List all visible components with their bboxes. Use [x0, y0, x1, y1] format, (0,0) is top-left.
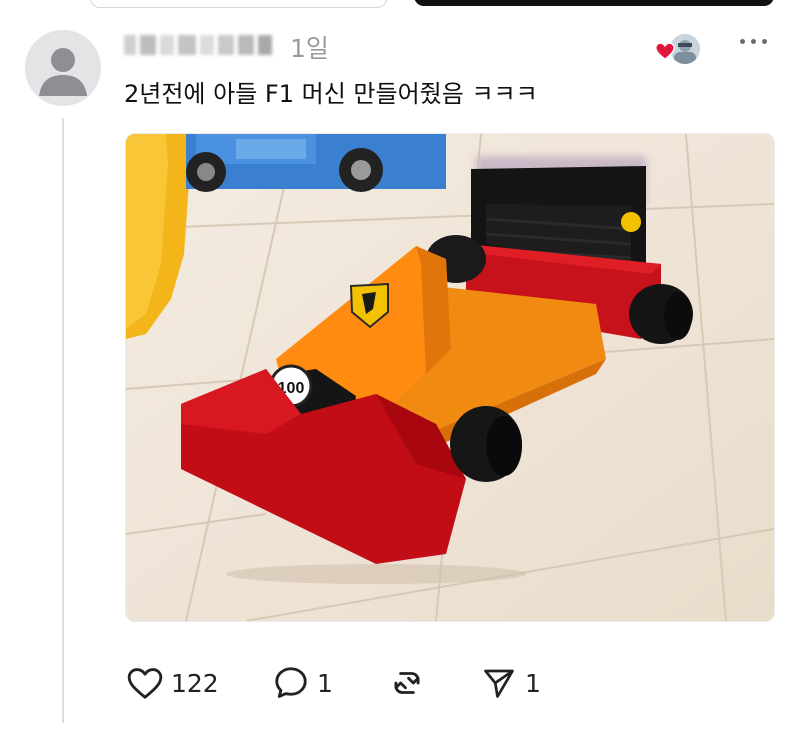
like-button[interactable]: 122 — [125, 660, 219, 706]
heart-outline-icon — [125, 663, 165, 703]
default-avatar-icon — [25, 30, 101, 106]
share-button[interactable]: 1 — [479, 660, 541, 706]
heart-icon — [654, 40, 676, 62]
avatar[interactable] — [25, 30, 101, 106]
repost-button[interactable] — [387, 660, 427, 706]
f1-cardboard-car-photo: 100 — [126, 134, 774, 621]
post-time: 1일 — [290, 34, 329, 63]
action-bar: 122 1 1 — [125, 660, 685, 710]
comment-icon — [271, 663, 311, 703]
repost-icon — [387, 663, 427, 703]
post-image[interactable]: 100 — [125, 133, 775, 622]
liked-by-indicator[interactable] — [654, 32, 702, 66]
thread-line — [62, 118, 64, 723]
send-icon — [479, 663, 519, 703]
reply-count: 1 — [317, 668, 333, 698]
post-text: 2년전에 아들 F1 머신 만들어줬음 ㅋㅋㅋ — [124, 80, 538, 108]
like-count: 122 — [171, 668, 219, 698]
username-blurred[interactable] — [124, 35, 272, 55]
share-count: 1 — [525, 668, 541, 698]
more-options-icon[interactable] — [738, 36, 770, 48]
reply-button[interactable]: 1 — [271, 660, 333, 706]
post-card: 1일 2년전에 아들 F1 머신 만들어줬음 ㅋㅋㅋ 100 122 1 1 — [0, 0, 800, 730]
